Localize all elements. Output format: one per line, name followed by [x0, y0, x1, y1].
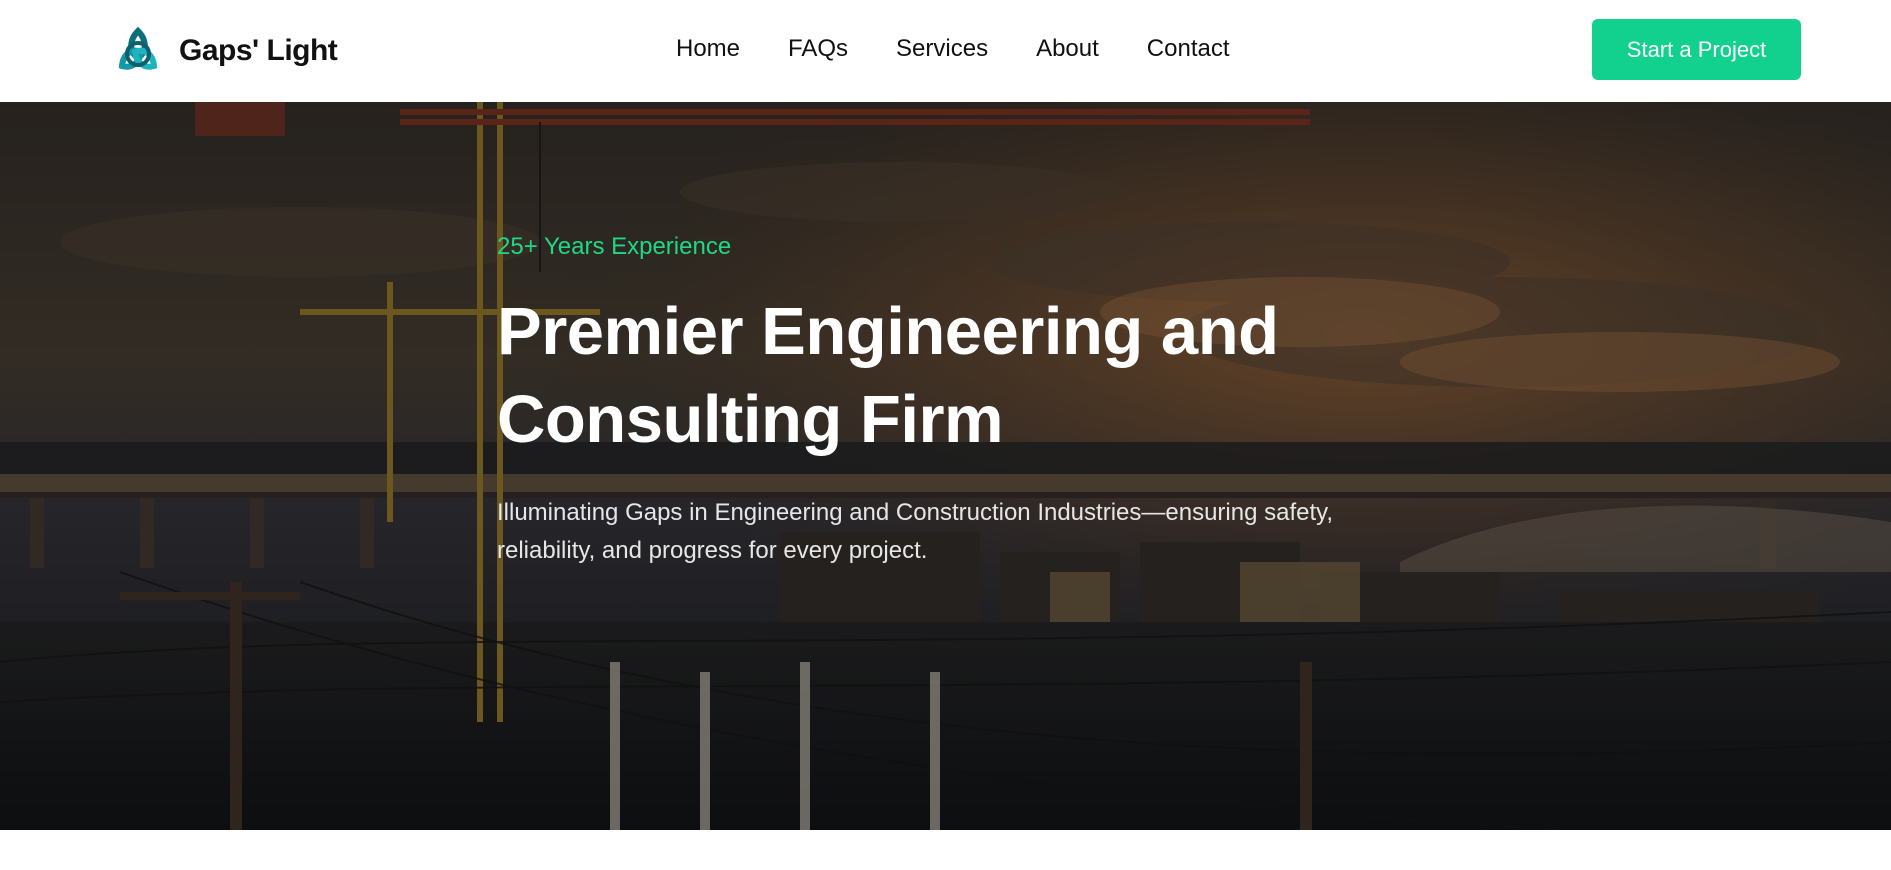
start-project-button[interactable]: Start a Project [1592, 19, 1801, 80]
hero-title: Premier Engineering and Consulting Firm [497, 294, 1279, 457]
nav-item-faqs: FAQs [788, 32, 848, 66]
nav-link-contact[interactable]: Contact [1147, 32, 1230, 66]
experience-tagline: 25+ Years Experience [497, 233, 732, 260]
triquetra-knot-icon [118, 26, 158, 70]
main-nav: Home FAQs Services About Contact [676, 32, 1278, 66]
nav-link-faqs[interactable]: FAQs [788, 32, 848, 66]
nav-item-services: Services [896, 32, 988, 66]
nav-link-services[interactable]: Services [896, 32, 988, 66]
hero-content: 25+ Years Experience Premier Engineering… [497, 232, 1397, 570]
nav-item-contact: Contact [1147, 32, 1230, 66]
hero-subtitle: Illuminating Gaps in Engineering and Con… [497, 499, 1334, 564]
nav-link-about[interactable]: About [1036, 32, 1099, 66]
hero-section: 25+ Years Experience Premier Engineering… [0, 102, 1891, 830]
nav-link-home[interactable]: Home [676, 32, 740, 66]
brand-name: Gaps' Light [179, 34, 338, 67]
nav-item-home: Home [676, 32, 740, 66]
nav-item-about: About [1036, 32, 1099, 66]
top-navbar: Gaps' Light Home FAQs Services About Con… [0, 0, 1891, 102]
brand-link[interactable]: Gaps' Light [113, 26, 338, 76]
